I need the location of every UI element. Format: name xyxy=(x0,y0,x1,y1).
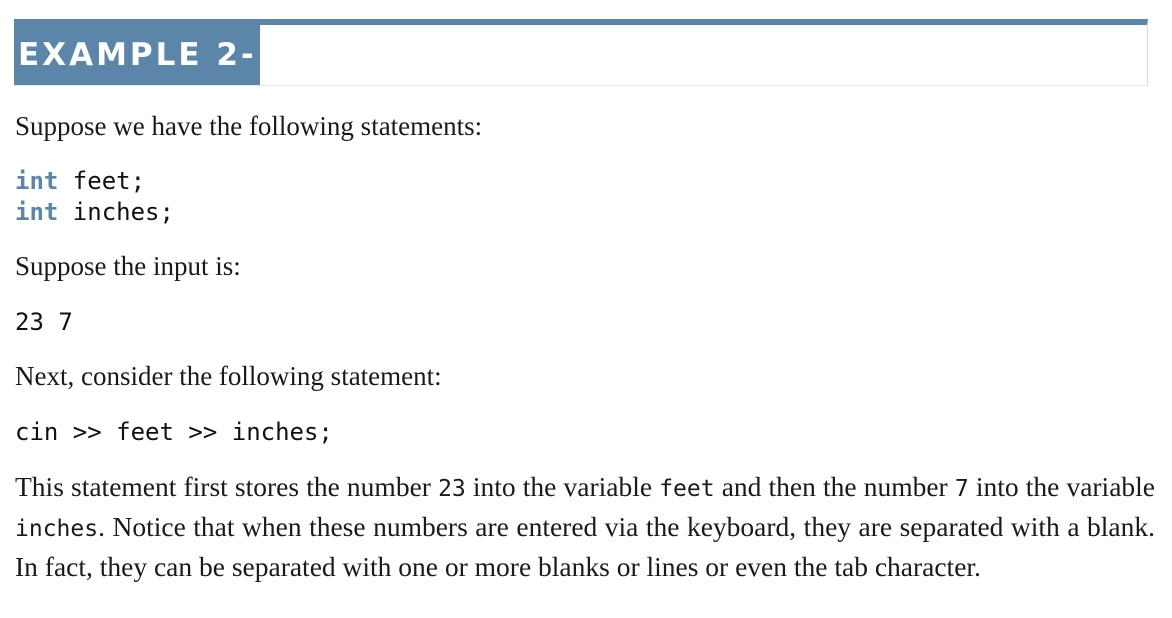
explanation-text: . Notice that when these numbers are ent… xyxy=(15,511,1155,582)
explanation-text: into the variable xyxy=(968,471,1156,502)
example-label: EXAMPLE 2-17 xyxy=(14,25,303,85)
declaration-line: int feet; xyxy=(15,167,145,195)
input-intro-text: Suppose the input is: xyxy=(15,251,241,281)
intro-text: Suppose we have the following statements… xyxy=(15,111,483,141)
explanation-text: and then the number xyxy=(714,471,955,502)
example-header: EXAMPLE 2-17 xyxy=(14,19,1148,86)
code-text: feet; xyxy=(58,167,146,195)
code-keyword: int xyxy=(15,198,59,226)
declarations-code-block: int feet; int inches; xyxy=(15,166,174,228)
inline-code-variable: feet xyxy=(659,476,715,502)
explanation-text: into the variable xyxy=(465,471,660,502)
code-keyword: int xyxy=(15,167,59,195)
code-text: inches; xyxy=(58,198,174,226)
explanation-paragraph: This statement first stores the number 2… xyxy=(15,468,1155,585)
explanation-text: This statement first stores the number xyxy=(15,471,439,502)
inline-code-variable: inches xyxy=(15,516,99,542)
input-value-code: 23 7 xyxy=(15,308,73,336)
statement-intro-text: Next, consider the following statement: xyxy=(15,361,442,391)
inline-code-number: 23 xyxy=(438,476,466,502)
declaration-line: int inches; xyxy=(15,198,174,226)
inline-code-number: 7 xyxy=(954,476,969,502)
statement-code: cin >> feet >> inches; xyxy=(15,418,333,446)
